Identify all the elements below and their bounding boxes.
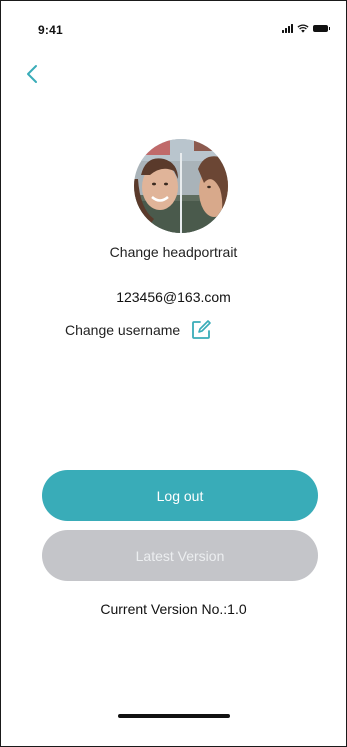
- wifi-icon: [297, 24, 309, 33]
- status-time: 9:41: [38, 23, 63, 37]
- phone-screen: 9:41 Change headportrait 123456@163.com …: [0, 0, 347, 747]
- latest-version-button[interactable]: Latest Version: [42, 530, 318, 581]
- avatar-photo: [134, 139, 228, 233]
- chevron-left-icon: [27, 65, 37, 83]
- edit-icon: [192, 320, 211, 339]
- back-button[interactable]: [23, 59, 47, 89]
- status-bar: 9:41: [1, 1, 346, 53]
- signal-icon: [282, 24, 293, 33]
- change-username-label: Change username: [65, 322, 181, 338]
- home-indicator: [118, 714, 230, 718]
- current-version-text: Current Version No.:1.0: [100, 601, 247, 617]
- avatar[interactable]: [134, 139, 228, 233]
- battery-icon: [313, 25, 330, 32]
- user-email: 123456@163.com: [116, 289, 231, 305]
- change-headportrait-link[interactable]: Change headportrait: [1, 244, 346, 260]
- logout-button[interactable]: Log out: [42, 470, 318, 521]
- status-icons: [282, 24, 330, 33]
- change-username-button[interactable]: Change username: [65, 319, 212, 341]
